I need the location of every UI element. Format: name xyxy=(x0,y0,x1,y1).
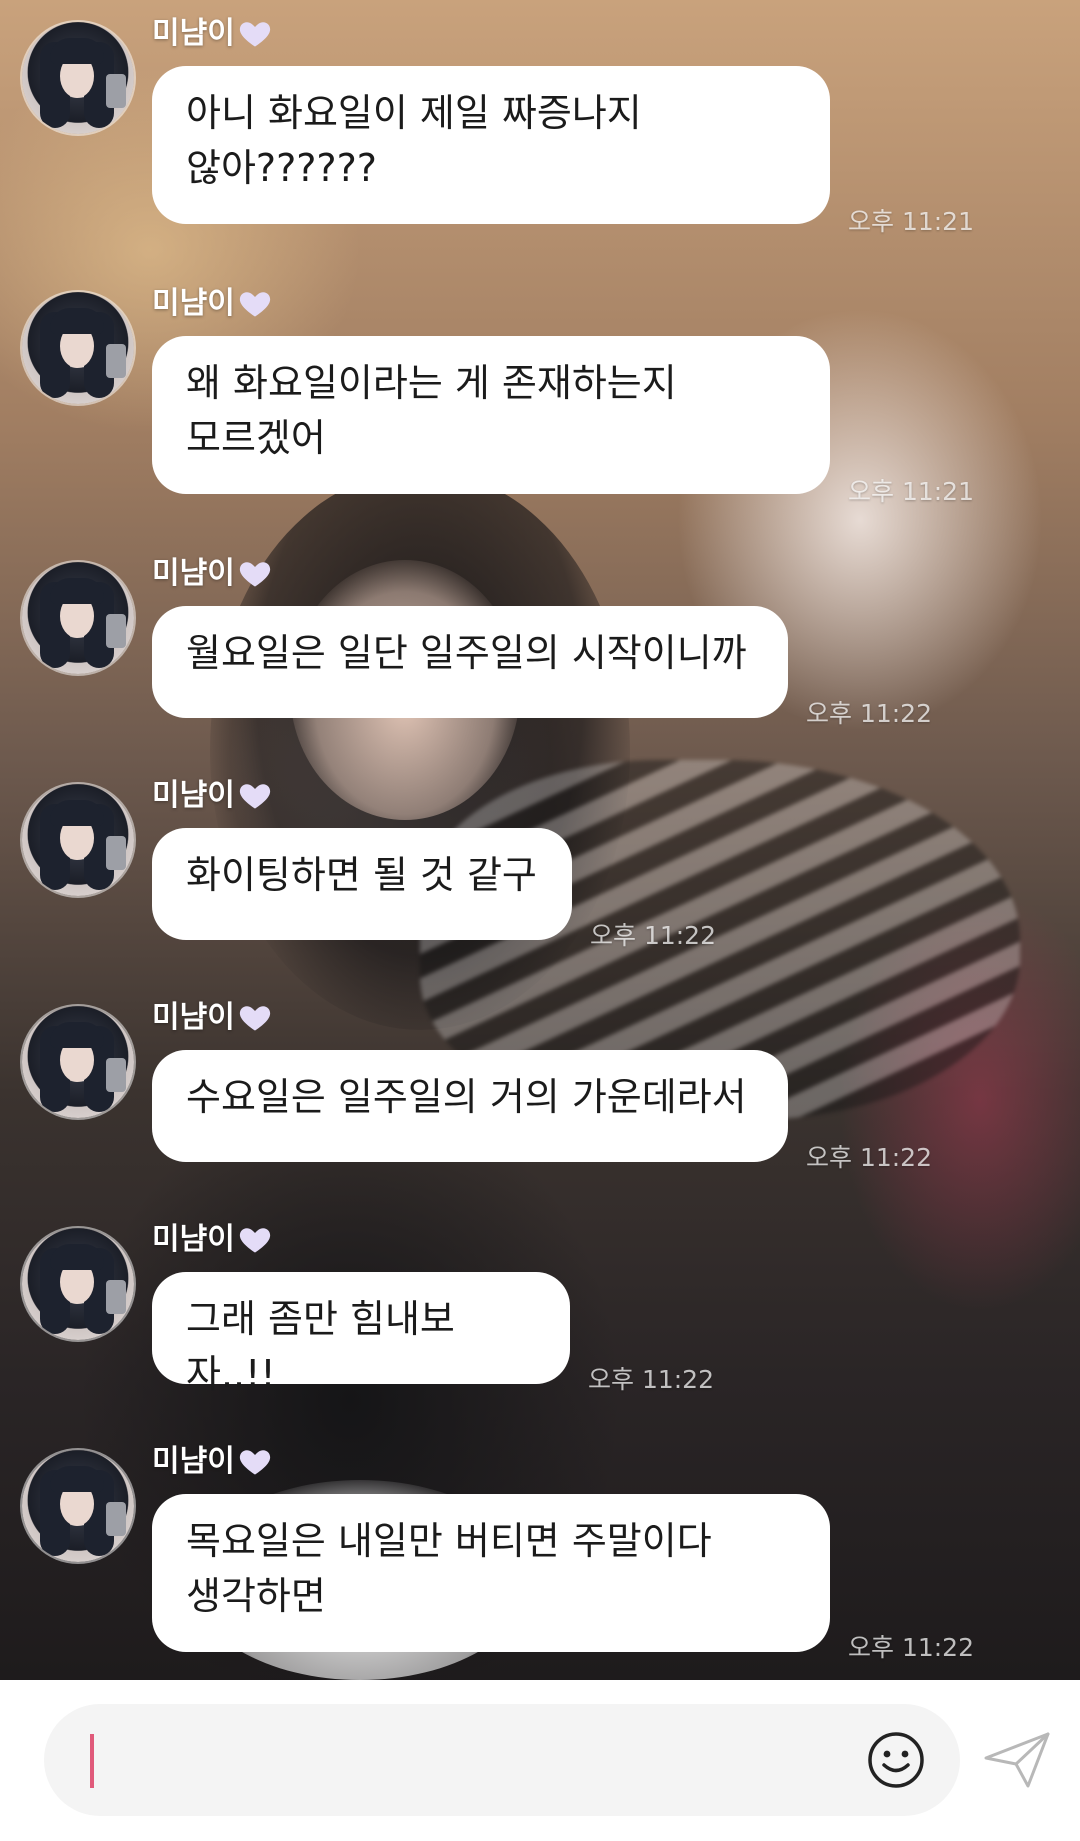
heart-icon xyxy=(239,1228,270,1253)
chat-message: 미냠이 목요일은 내일만 버티면 주말이다 생각하면 오후 11:22 xyxy=(0,1442,1080,1672)
heart-icon xyxy=(239,1450,270,1475)
message-time: 오후 11:22 xyxy=(588,1365,714,1394)
chat-message: 미냠이 수요일은 일주일의 거의 가운데라서 오후 11:22 xyxy=(0,998,1080,1178)
smiley-icon[interactable] xyxy=(866,1730,926,1790)
sender-name: 미냠이 xyxy=(152,776,273,816)
chat-message: 미냠이 월요일은 일단 일주일의 시작이니까 오후 11:22 xyxy=(0,554,1080,734)
sender-name: 미냠이 xyxy=(152,284,273,324)
message-time: 오후 11:22 xyxy=(590,921,716,950)
message-bubble[interactable]: 월요일은 일단 일주일의 시작이니까 xyxy=(152,606,788,718)
heart-icon xyxy=(239,784,270,809)
message-bubble[interactable]: 왜 화요일이라는 게 존재하는지 모르겠어 xyxy=(152,336,830,494)
sender-avatar[interactable] xyxy=(22,22,134,134)
message-time: 오후 11:22 xyxy=(806,699,932,728)
message-bubble[interactable]: 아니 화요일이 제일 짜증나지 않아?????? xyxy=(152,66,830,224)
message-time: 오후 11:21 xyxy=(848,477,974,506)
heart-icon xyxy=(239,22,270,47)
sender-avatar[interactable] xyxy=(22,1450,134,1562)
chat-message: 미냠이 아니 화요일이 제일 짜증나지 않아?????? 오후 11:21 xyxy=(0,14,1080,244)
sender-name: 미냠이 xyxy=(152,554,273,594)
message-bubble[interactable]: 그래 좀만 힘내보자..!! xyxy=(152,1272,570,1396)
sender-name: 미냠이 xyxy=(152,998,273,1038)
sender-avatar[interactable] xyxy=(22,1228,134,1340)
sender-name: 미냠이 xyxy=(152,1442,273,1482)
message-time: 오후 11:22 xyxy=(848,1633,974,1662)
message-time: 오후 11:21 xyxy=(848,207,974,236)
message-composer xyxy=(0,1680,1080,1841)
sender-avatar[interactable] xyxy=(22,292,134,404)
message-bubble[interactable]: 목요일은 내일만 버티면 주말이다 생각하면 xyxy=(152,1494,830,1652)
heart-icon xyxy=(239,562,270,587)
heart-icon xyxy=(239,1006,270,1031)
chat-message: 미냠이 화이팅하면 될 것 같구 오후 11:22 xyxy=(0,776,1080,956)
paper-plane-icon[interactable] xyxy=(982,1728,1052,1792)
message-bubble[interactable]: 화이팅하면 될 것 같구 xyxy=(152,828,572,940)
chat-message: 미냠이 그래 좀만 힘내보자..!! 오후 11:22 xyxy=(0,1220,1080,1400)
message-bubble[interactable]: 수요일은 일주일의 거의 가운데라서 xyxy=(152,1050,788,1162)
text-caret xyxy=(90,1734,94,1788)
sender-name: 미냠이 xyxy=(152,1220,273,1260)
message-input[interactable] xyxy=(44,1704,960,1816)
sender-avatar[interactable] xyxy=(22,784,134,896)
chat-message: 미냠이 왜 화요일이라는 게 존재하는지 모르겠어 오후 11:21 xyxy=(0,284,1080,514)
sender-avatar[interactable] xyxy=(22,1006,134,1118)
chat-screen: 미냠이 아니 화요일이 제일 짜증나지 않아?????? 오후 11:21 미냠… xyxy=(0,0,1080,1841)
sender-name: 미냠이 xyxy=(152,14,273,54)
message-time: 오후 11:22 xyxy=(806,1143,932,1172)
heart-icon xyxy=(239,292,270,317)
sender-avatar[interactable] xyxy=(22,562,134,674)
